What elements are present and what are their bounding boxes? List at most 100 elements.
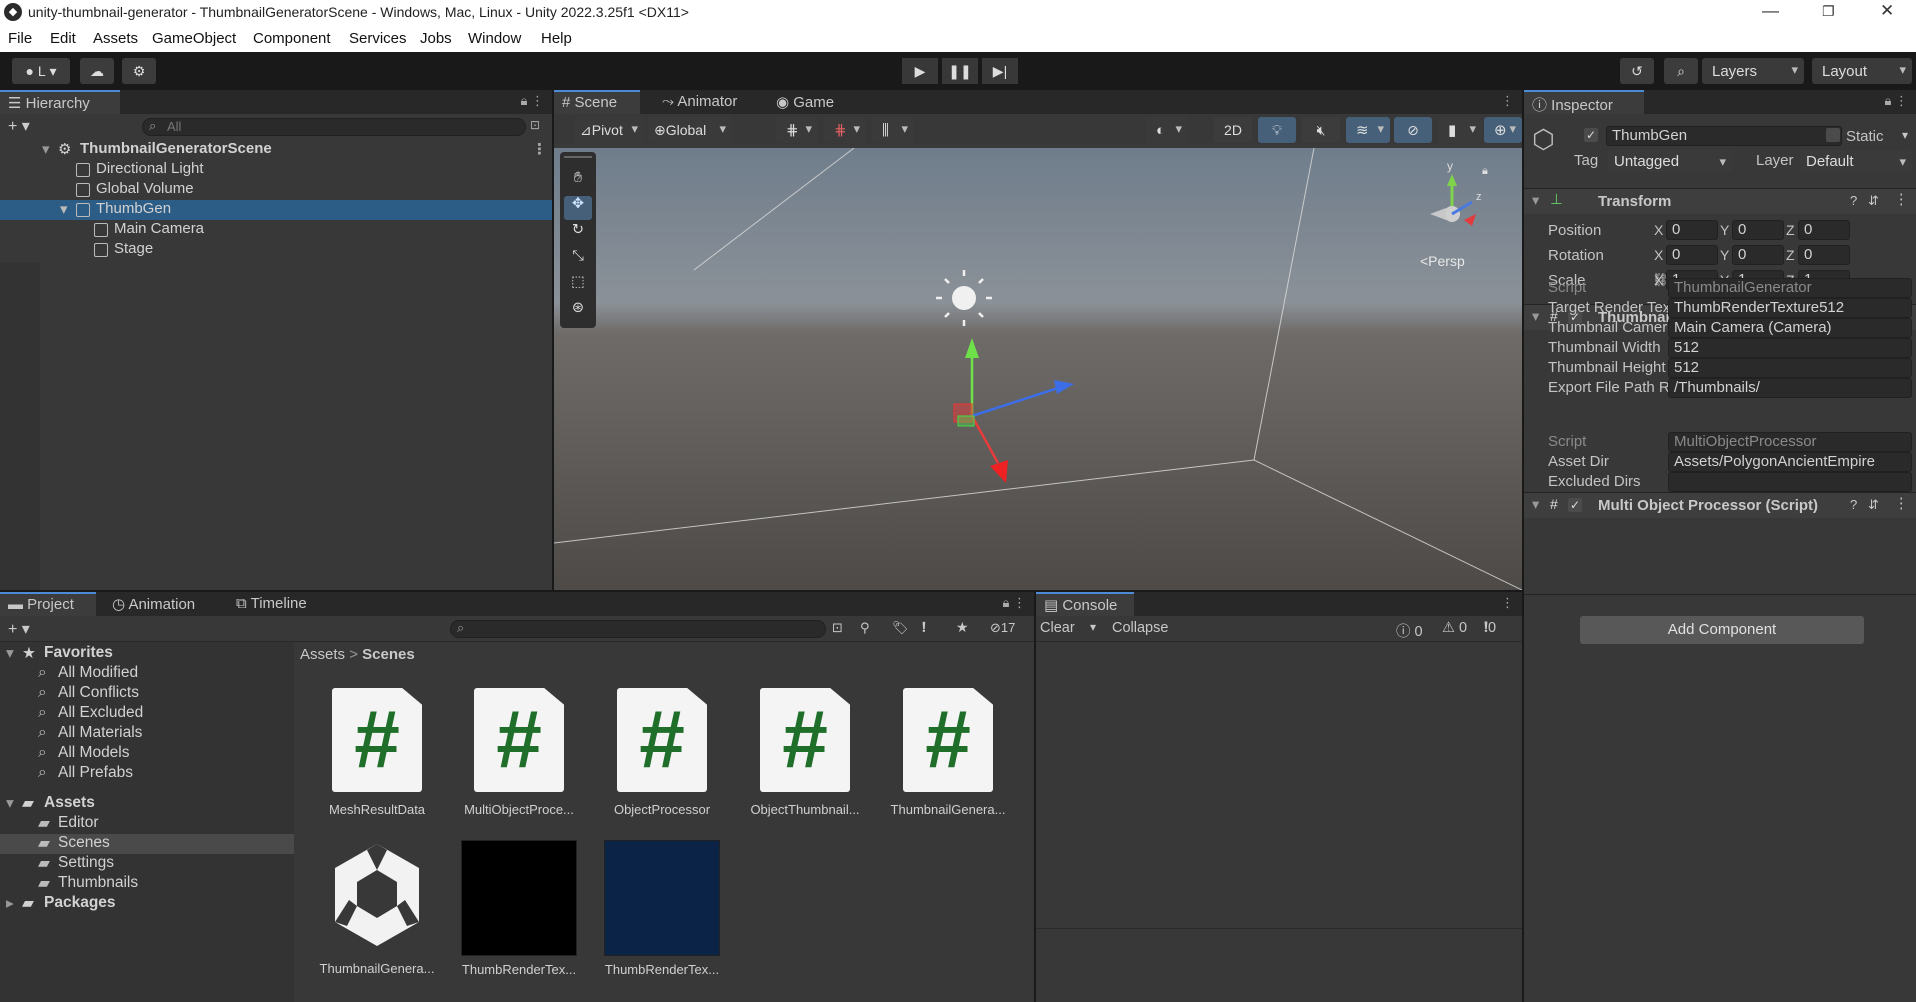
add-component-button[interactable]: Add Component — [1580, 616, 1864, 644]
draw-mode-dropdown[interactable]: ◐ — [1146, 117, 1188, 143]
favorite-item[interactable]: ⌕ All Materials — [0, 724, 294, 744]
hierarchy-item-scene[interactable]: ▾ ⚙ ThumbnailGeneratorScene ⋮ — [0, 140, 552, 160]
asset-folder-thumbnails[interactable]: ▰ Thumbnails — [0, 874, 294, 894]
hierarchy-item-stage[interactable]: Stage — [0, 240, 552, 260]
effects-dropdown[interactable]: ≋ — [1346, 117, 1390, 143]
close-icon[interactable]: ✕ — [1880, 1, 1894, 21]
tab-animation[interactable]: ◷ Animation — [104, 592, 205, 616]
expand-arrow-icon[interactable]: ▾ — [60, 200, 68, 218]
favorite-item[interactable]: ⌕ All Prefabs — [0, 764, 294, 784]
console-warning-filter[interactable]: ⚠ 0 — [1442, 620, 1467, 636]
breadcrumb-scenes[interactable]: Scenes — [362, 646, 415, 663]
search-by-label-icon[interactable]: 🏷︎ — [892, 620, 909, 636]
static-dropdown-icon[interactable]: ▾ — [1902, 128, 1908, 142]
foldout-arrow-icon[interactable]: ▾ — [1532, 497, 1539, 513]
tab-project[interactable]: ▬ Project — [0, 592, 96, 616]
static-checkbox[interactable] — [1826, 128, 1840, 142]
favorite-item[interactable]: ⌕ All Modified — [0, 664, 294, 684]
hidden-packages-toggle[interactable]: ⊘17 — [990, 620, 1015, 636]
menu-gameobject[interactable]: GameObject — [152, 30, 236, 47]
menu-component[interactable]: Component — [253, 30, 331, 47]
tab-timeline[interactable]: ⧉ Timeline — [228, 592, 317, 616]
menu-jobs[interactable]: Jobs — [420, 30, 452, 47]
layers-dropdown[interactable]: Layers — [1702, 58, 1804, 84]
audio-toggle-icon[interactable]: 🔇︎ — [1302, 117, 1340, 143]
console-collapse-toggle[interactable]: Collapse — [1112, 620, 1168, 636]
asset-thumbrendertexture-2[interactable]: ThumbRenderTex... — [603, 840, 721, 977]
position-y-field[interactable]: 0 — [1732, 220, 1784, 240]
asset-multiobjectprocessor[interactable]: # MultiObjectProce... — [460, 688, 578, 817]
hierarchy-search-input[interactable]: All — [142, 118, 526, 136]
search-options-icon[interactable]: ⊡ — [530, 118, 540, 132]
console-menu-icon[interactable]: ⋮ — [1501, 595, 1514, 611]
layer-dropdown[interactable]: Default — [1800, 150, 1912, 172]
preset-icon[interactable]: ⇵ — [1868, 193, 1879, 209]
rect-tool-icon[interactable]: ⬚ — [564, 274, 592, 298]
field-value[interactable]: 512 — [1668, 338, 1912, 358]
grid-snap-dropdown[interactable]: ⋕ — [776, 117, 818, 143]
projection-label[interactable]: <Persp — [1420, 253, 1465, 269]
asset-objectthumbnail[interactable]: # ObjectThumbnail... — [746, 688, 864, 817]
create-asset-button[interactable]: + ▾ — [8, 619, 30, 639]
gizmos-dropdown[interactable]: ⊕ — [1484, 117, 1522, 143]
favorite-item[interactable]: ⌕ All Models — [0, 744, 294, 764]
component-enabled-checkbox[interactable]: ✓ — [1568, 498, 1582, 512]
favorite-item[interactable]: ⌕ All Conflicts — [0, 684, 294, 704]
search-by-type-icon[interactable]: ⚲ — [860, 620, 870, 636]
rotate-tool-icon[interactable]: ↻ — [564, 222, 592, 246]
foldout-arrow-icon[interactable]: ▾ — [1532, 193, 1539, 209]
search-icon[interactable]: ⌕ — [1664, 58, 1698, 84]
hand-tool-icon[interactable]: ✋︎ — [564, 170, 592, 194]
menu-services[interactable]: Services — [349, 30, 407, 47]
console-log-filter[interactable]: ⓘ 0 — [1396, 620, 1423, 641]
scene-visibility-icon[interactable]: ⊘ — [1394, 117, 1432, 143]
hierarchy-item-global-volume[interactable]: Global Volume — [0, 180, 552, 200]
palette-handle[interactable] — [564, 156, 592, 164]
gameobject-icon[interactable]: ⬡ — [1532, 124, 1555, 155]
log-filter-icon[interactable]: ❗︎ — [922, 619, 926, 636]
favorite-item[interactable]: ⌕ All Excluded — [0, 704, 294, 724]
search-options-icon[interactable]: ⊡ — [832, 620, 843, 636]
field-value[interactable] — [1668, 472, 1912, 492]
asset-folder-editor[interactable]: ▰ Editor — [0, 814, 294, 834]
object-name-field[interactable]: ThumbGen — [1606, 126, 1842, 146]
console-clear-button[interactable]: Clear — [1040, 620, 1075, 636]
field-value[interactable]: Main Camera (Camera) — [1668, 318, 1912, 338]
inspector-lock-icon[interactable]: 🔒︎ ⋮ — [1884, 93, 1908, 109]
tab-hierarchy[interactable]: ☰ Hierarchy — [0, 90, 120, 114]
menu-help[interactable]: Help — [541, 30, 572, 47]
preset-icon[interactable]: ⇵ — [1868, 497, 1879, 513]
help-icon[interactable]: ? — [1850, 497, 1857, 512]
tab-animator[interactable]: ⤳ Animator — [654, 90, 747, 114]
pivot-dropdown[interactable]: ⊿ Pivot — [574, 117, 644, 143]
project-search-input[interactable] — [450, 620, 826, 638]
multi-object-processor-header[interactable]: ▾ # ✓ Multi Object Processor (Script) ? … — [1524, 492, 1916, 518]
expand-arrow-icon[interactable]: ▾ — [42, 140, 50, 158]
hierarchy-item-directional-light[interactable]: Directional Light — [0, 160, 552, 180]
rotation-y-field[interactable]: 0 — [1732, 245, 1784, 265]
menu-assets[interactable]: Assets — [93, 30, 138, 47]
scene-menu-icon[interactable]: ⋮ — [1501, 93, 1514, 109]
component-menu-icon[interactable]: ⋮ — [1894, 192, 1909, 208]
tab-inspector[interactable]: ⓘ Inspector — [1524, 90, 1644, 114]
rotation-z-field[interactable]: 0 — [1798, 245, 1850, 265]
expand-arrow-icon[interactable]: ▾ — [6, 644, 14, 663]
lighting-toggle-icon[interactable]: 💡︎ — [1258, 117, 1296, 143]
asset-thumbnailgenerator-script[interactable]: # ThumbnailGenera... — [889, 688, 1007, 817]
hierarchy-item-thumbgen[interactable]: ▾ ThumbGen — [0, 200, 552, 220]
console-split-divider[interactable] — [1036, 928, 1522, 929]
panel-lock-icon[interactable]: 🔒︎ ⋮ — [520, 93, 544, 109]
field-value[interactable]: /Thumbnails/ — [1668, 378, 1912, 398]
favorite-star-icon[interactable]: ★ — [956, 619, 969, 636]
foldout-arrow-icon[interactable]: ▾ — [1532, 309, 1539, 325]
position-x-field[interactable]: 0 — [1666, 220, 1718, 240]
grid-visibility-dropdown[interactable]: ⋕ — [824, 117, 866, 143]
asset-objectprocessor[interactable]: # ObjectProcessor — [603, 688, 721, 817]
global-dropdown[interactable]: ⊕ Global — [648, 117, 732, 143]
position-z-field[interactable]: 0 — [1798, 220, 1850, 240]
cloud-icon[interactable]: ☁ — [80, 58, 114, 84]
component-menu-icon[interactable]: ⋮ — [1894, 496, 1909, 512]
active-checkbox[interactable]: ✓ — [1584, 128, 1598, 142]
collab-settings-icon[interactable]: ⚙ — [122, 58, 156, 84]
menu-file[interactable]: File — [8, 30, 32, 47]
